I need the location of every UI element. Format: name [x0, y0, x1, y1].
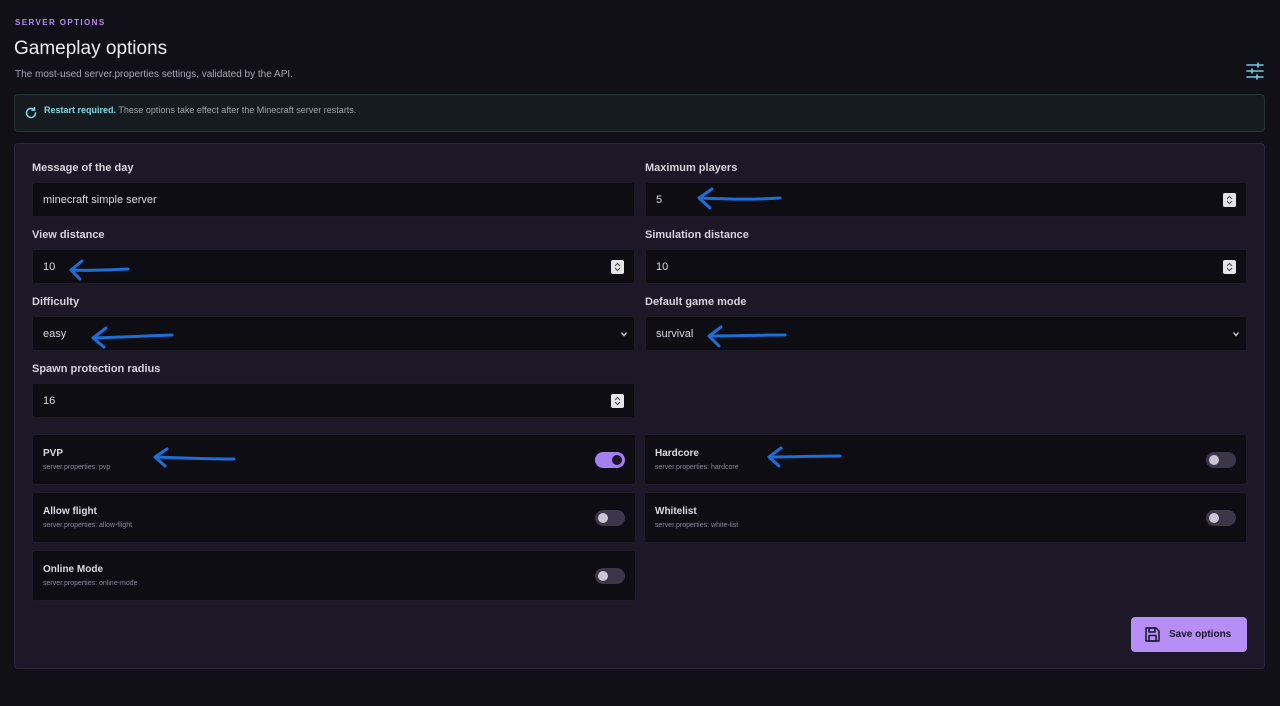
spinner-arrows-icon [1226, 262, 1233, 272]
spawn-protection-input[interactable]: 16 [32, 383, 635, 418]
max-players-input[interactable]: 5 [645, 182, 1247, 217]
online-mode-toggle-card: Online Mode server.properties: online-mo… [32, 550, 636, 601]
switch-knob [1209, 513, 1219, 523]
save-options-button[interactable]: Save options [1131, 617, 1247, 652]
game-mode-label: Default game mode [645, 296, 747, 308]
max-players-spinner[interactable] [1223, 193, 1236, 207]
whitelist-title: Whitelist [655, 506, 697, 517]
restart-notice: Restart required. These options take eff… [14, 94, 1265, 132]
spawn-protection-spinner[interactable] [611, 394, 624, 408]
view-distance-value: 10 [43, 260, 56, 273]
sliders-icon [1246, 62, 1264, 80]
restart-notice-body: These options take effect after the Mine… [116, 105, 357, 115]
allow-flight-key: server.properties: allow-flight [43, 522, 133, 529]
allow-flight-toggle-card: Allow flight server.properties: allow-fl… [32, 492, 636, 543]
page-subtitle: The most-used server.properties settings… [15, 69, 293, 80]
spinner-arrows-icon [614, 262, 621, 272]
section-eyebrow: SERVER OPTIONS [15, 18, 106, 27]
view-distance-input[interactable]: 10 [32, 249, 635, 284]
motd-input[interactable]: minecraft simple server [32, 182, 635, 217]
switch-knob [598, 571, 608, 581]
switch-knob [1209, 455, 1219, 465]
refresh-icon [25, 106, 37, 119]
allow-flight-title: Allow flight [43, 506, 97, 517]
allow-flight-switch[interactable] [595, 510, 625, 526]
pvp-title: PVP [43, 448, 64, 459]
pvp-switch[interactable] [595, 452, 625, 468]
spinner-arrows-icon [614, 396, 621, 406]
hardcore-key: server.properties: hardcore [655, 464, 739, 471]
whitelist-key: server.properties: white-list [655, 522, 739, 529]
online-mode-title: Online Mode [43, 564, 103, 575]
pvp-toggle-card: PVP server.properties: pvp [32, 434, 636, 485]
whitelist-toggle-card: Whitelist server.properties: white-list [644, 492, 1247, 543]
game-mode-value: survival [656, 327, 694, 340]
motd-value: minecraft simple server [43, 193, 157, 206]
online-mode-switch[interactable] [595, 568, 625, 584]
page-title: Gameplay options [14, 38, 168, 59]
floppy-disk-icon [1145, 627, 1160, 642]
game-mode-select[interactable]: survival [645, 316, 1247, 351]
settings-sliders-button[interactable] [1244, 60, 1266, 82]
difficulty-label: Difficulty [32, 296, 80, 308]
whitelist-switch[interactable] [1206, 510, 1236, 526]
chevron-down-icon [621, 332, 627, 337]
pvp-key: server.properties: pvp [43, 464, 111, 471]
restart-notice-text: Restart required. These options take eff… [44, 105, 356, 115]
spinner-arrows-icon [1226, 195, 1233, 205]
hardcore-title: Hardcore [655, 448, 699, 459]
hardcore-switch[interactable] [1206, 452, 1236, 468]
restart-notice-strong: Restart required. [44, 105, 117, 115]
spawn-protection-value: 16 [43, 394, 56, 407]
simulation-distance-label: Simulation distance [645, 229, 749, 241]
simulation-distance-value: 10 [656, 260, 669, 273]
simulation-distance-spinner[interactable] [1223, 260, 1236, 274]
max-players-label: Maximum players [645, 162, 738, 174]
simulation-distance-input[interactable]: 10 [645, 249, 1247, 284]
save-options-label: Save options [1169, 629, 1232, 640]
spawn-protection-label: Spawn protection radius [32, 363, 161, 375]
chevron-down-icon [1233, 332, 1239, 337]
online-mode-key: server.properties: online-mode [43, 580, 138, 587]
switch-knob [598, 513, 608, 523]
view-distance-spinner[interactable] [611, 260, 624, 274]
max-players-value: 5 [656, 193, 663, 206]
difficulty-value: easy [43, 327, 67, 340]
switch-knob [612, 455, 622, 465]
hardcore-toggle-card: Hardcore server.properties: hardcore [644, 434, 1247, 485]
view-distance-label: View distance [32, 229, 105, 241]
difficulty-select[interactable]: easy [32, 316, 635, 351]
motd-label: Message of the day [32, 162, 134, 174]
